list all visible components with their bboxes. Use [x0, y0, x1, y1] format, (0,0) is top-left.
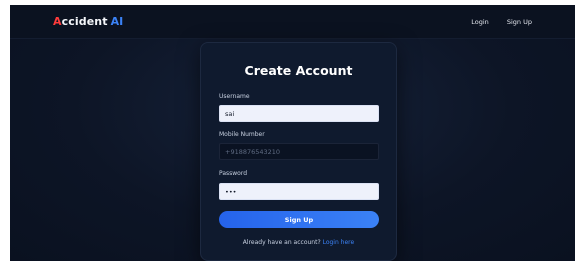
signup-submit-button[interactable]: Sign Up: [219, 211, 379, 228]
navbar: Accident AI Login Sign Up: [10, 5, 575, 39]
username-input[interactable]: [219, 105, 379, 122]
username-label: Username: [219, 93, 250, 100]
nav-links: Login Sign Up: [455, 18, 532, 26]
brand-name: Accident: [53, 15, 108, 28]
page-title: Create Account: [244, 63, 353, 78]
mobile-label: Mobile Number: [219, 131, 265, 138]
password-input[interactable]: [219, 183, 379, 200]
brand-rest: ccident: [61, 15, 108, 28]
login-prompt-text: Already have an account?: [242, 239, 321, 246]
signup-link[interactable]: Sign Up: [507, 18, 532, 26]
login-link[interactable]: Login: [471, 18, 489, 26]
mobile-input[interactable]: [219, 143, 379, 160]
app-window: Accident AI Login Sign Up Create Account …: [10, 5, 575, 261]
brand-first-letter: A: [53, 15, 62, 28]
brand-suffix: AI: [110, 15, 124, 28]
login-here-link[interactable]: Login here: [323, 239, 355, 246]
brand-logo[interactable]: Accident AI: [53, 15, 123, 28]
signup-card: Create Account Username Mobile Number Pa…: [200, 42, 397, 261]
login-prompt: Already have an account? Login here: [201, 239, 396, 246]
password-label: Password: [219, 170, 248, 177]
